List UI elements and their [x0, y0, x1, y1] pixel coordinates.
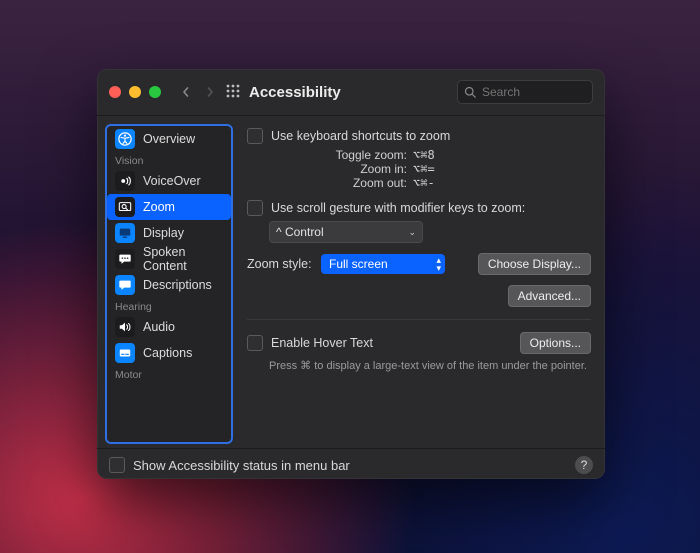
sidebar-item-label: VoiceOver	[143, 174, 201, 188]
speaker-icon	[115, 317, 135, 337]
modifier-key-value: ^ Control	[276, 225, 324, 239]
kb-shortcuts-label: Use keyboard shortcuts to zoom	[271, 129, 450, 143]
sidebar-section-hearing: Hearing	[107, 298, 231, 314]
sidebar-item-label: Zoom	[143, 200, 175, 214]
display-icon	[115, 223, 135, 243]
window-toolbar: Accessibility	[97, 69, 605, 116]
chevron-down-icon: ⌄	[408, 227, 416, 238]
updown-arrows-icon: ▴▾	[430, 256, 441, 272]
search-icon	[464, 86, 476, 98]
back-button[interactable]	[175, 81, 197, 103]
zoom-window-button[interactable]	[149, 86, 161, 98]
sidebar-item-label: Audio	[143, 320, 175, 334]
minimize-window-button[interactable]	[129, 86, 141, 98]
help-button[interactable]: ?	[575, 456, 593, 474]
sidebar-item-label: Display	[143, 226, 184, 240]
main-panel: Use keyboard shortcuts to zoom Toggle zo…	[233, 116, 605, 448]
hover-text-hint: Press ⌘ to display a large-text view of …	[269, 359, 591, 372]
menubar-status-checkbox[interactable]	[109, 457, 125, 473]
descriptions-icon	[115, 275, 135, 295]
zoom-style-label: Zoom style:	[247, 257, 321, 271]
hover-text-checkbox[interactable]	[247, 335, 263, 351]
hover-text-label: Enable Hover Text	[271, 336, 373, 350]
sidebar-item-label: Spoken Content	[143, 245, 223, 273]
zoom-style-value: Full screen	[329, 257, 388, 271]
sidebar-item-zoom[interactable]: Zoom	[107, 194, 231, 220]
sidebar-item-audio[interactable]: Audio	[107, 314, 231, 340]
scroll-gesture-label: Use scroll gesture with modifier keys to…	[271, 201, 525, 215]
kb-shortcuts-list: Toggle zoom:⌥⌘8 Zoom in:⌥⌘= Zoom out:⌥⌘-	[269, 148, 591, 190]
voiceover-icon	[115, 171, 135, 191]
scroll-gesture-checkbox[interactable]	[247, 200, 263, 216]
hover-options-button[interactable]: Options...	[520, 332, 591, 354]
search-field[interactable]	[457, 80, 593, 104]
window-footer: Show Accessibility status in menu bar ?	[97, 448, 605, 481]
sidebar-section-motor: Motor	[107, 366, 231, 382]
kb-shortcuts-option[interactable]: Use keyboard shortcuts to zoom	[247, 128, 591, 144]
forward-button[interactable]	[199, 81, 221, 103]
show-all-button[interactable]	[225, 83, 241, 102]
window-title: Accessibility	[249, 84, 341, 101]
sidebar-item-label: Overview	[143, 132, 195, 146]
search-input[interactable]	[480, 84, 574, 100]
sidebar-item-label: Descriptions	[143, 278, 212, 292]
zoom-style-select[interactable]: Full screen ▴▾	[321, 254, 445, 274]
close-window-button[interactable]	[109, 86, 121, 98]
prefs-window: Accessibility Overview Vision	[97, 69, 605, 479]
menubar-status-label: Show Accessibility status in menu bar	[133, 458, 350, 473]
choose-display-button[interactable]: Choose Display...	[478, 253, 591, 275]
advanced-button[interactable]: Advanced...	[508, 285, 591, 307]
sidebar: Overview Vision VoiceOver Zoom	[97, 116, 233, 448]
accessibility-icon	[115, 129, 135, 149]
traffic-lights	[109, 86, 161, 98]
sidebar-item-voiceover[interactable]: VoiceOver	[107, 168, 231, 194]
sidebar-item-overview[interactable]: Overview	[107, 126, 231, 152]
sidebar-item-display[interactable]: Display	[107, 220, 231, 246]
speech-bubble-icon	[115, 249, 135, 269]
sidebar-section-vision: Vision	[107, 152, 231, 168]
sidebar-list[interactable]: Overview Vision VoiceOver Zoom	[105, 124, 233, 444]
sidebar-item-spoken-content[interactable]: Spoken Content	[107, 246, 231, 272]
scroll-gesture-option[interactable]: Use scroll gesture with modifier keys to…	[247, 200, 591, 216]
sidebar-item-descriptions[interactable]: Descriptions	[107, 272, 231, 298]
modifier-key-select[interactable]: ^ Control ⌄	[269, 221, 423, 243]
sidebar-item-captions[interactable]: Captions	[107, 340, 231, 366]
kb-shortcuts-checkbox[interactable]	[247, 128, 263, 144]
sidebar-item-label: Captions	[143, 346, 192, 360]
captions-icon	[115, 343, 135, 363]
divider	[247, 319, 591, 320]
zoom-icon	[115, 197, 135, 217]
